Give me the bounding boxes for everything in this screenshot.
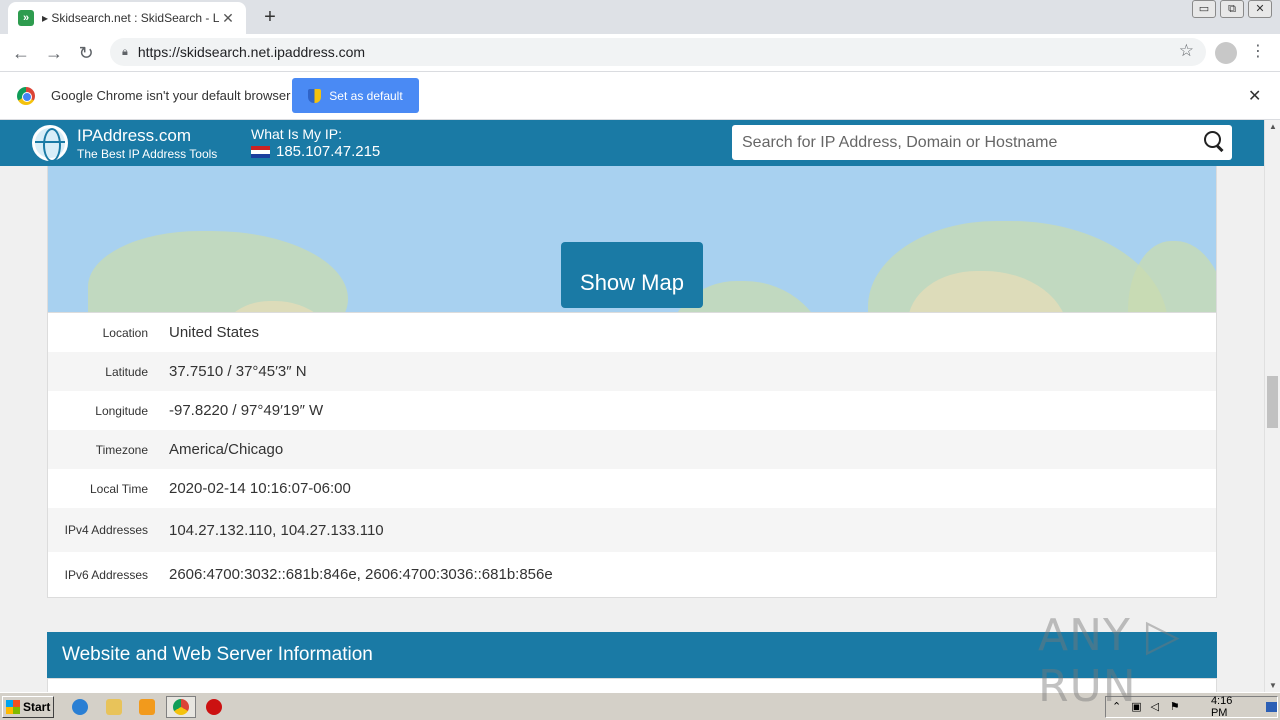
my-ip-value: 185.107.47.215 bbox=[276, 143, 381, 160]
page-scrollbar[interactable]: ▲ ▼ bbox=[1264, 120, 1280, 692]
uac-shield-icon bbox=[308, 88, 322, 103]
brand-name: IPAddress.com bbox=[77, 126, 192, 145]
site-brand[interactable]: IPAddress.com The Best IP Address Tools bbox=[77, 126, 217, 162]
table-row: IPv4 Addresses 104.27.132.110, 104.27.13… bbox=[48, 508, 1216, 552]
my-ip-value-row: 185.107.47.215 bbox=[251, 143, 380, 161]
tab-strip: » ▸ Skidsearch.net : SkidSearch - Login … bbox=[0, 0, 1280, 34]
row-value: 104.27.132.110, 104.27.133.110 bbox=[169, 521, 384, 539]
minimize-button[interactable]: ▭ bbox=[1192, 0, 1216, 18]
start-button[interactable]: Start bbox=[2, 696, 54, 718]
page-viewport: Show Map IPAddress.com The Best IP Addre… bbox=[0, 120, 1264, 692]
table-row: Longitude -97.8220 / 97°49′19″ W bbox=[48, 391, 1216, 430]
antivirus-stop-icon[interactable] bbox=[206, 699, 222, 715]
scroll-up-arrow-icon[interactable]: ▲ bbox=[1269, 122, 1277, 131]
chrome-menu-icon[interactable]: ⋮ bbox=[1250, 41, 1266, 61]
table-row: Latitude 37.7510 / 37°45′3″ N bbox=[48, 352, 1216, 391]
row-value: America/Chicago bbox=[169, 441, 284, 458]
row-value: -97.8220 / 97°49′19″ W bbox=[169, 402, 324, 419]
anyrun-watermark: ANY ▷ RUN bbox=[1038, 610, 1181, 712]
infobar-message: Google Chrome isn't your default browser bbox=[51, 88, 291, 103]
row-key: Location bbox=[102, 325, 148, 340]
map-landmass bbox=[1128, 241, 1216, 312]
site-header: IPAddress.com The Best IP Address Tools … bbox=[0, 120, 1264, 166]
chrome-logo-icon bbox=[17, 87, 35, 105]
netherlands-flag-icon bbox=[251, 146, 270, 158]
new-tab-button[interactable]: + bbox=[258, 5, 282, 29]
infobar-close-icon[interactable]: ✕ bbox=[1248, 86, 1261, 106]
my-ip-block: What Is My IP: 185.107.47.215 bbox=[251, 126, 380, 161]
row-value: 2020-02-14 10:16:07-06:00 bbox=[169, 480, 351, 497]
bookmark-star-icon[interactable]: ☆ bbox=[1179, 41, 1194, 61]
media-player-icon[interactable] bbox=[139, 699, 155, 715]
folder-icon[interactable] bbox=[106, 699, 122, 715]
browser-toolbar: ← → ↻ 🔒︎ https://skidsearch.net.ipaddres… bbox=[0, 34, 1280, 72]
row-value: United States bbox=[169, 324, 260, 341]
my-ip-label: What Is My IP: bbox=[251, 126, 343, 142]
close-window-button[interactable]: ✕ bbox=[1248, 0, 1272, 18]
chrome-icon bbox=[173, 699, 189, 715]
url-text: https://skidsearch.net.ipaddress.com bbox=[137, 44, 366, 60]
row-key: Longitude bbox=[95, 403, 148, 418]
table-row: IPv6 Addresses 2606:4700:3032::681b:846e… bbox=[48, 552, 1216, 597]
restore-button[interactable]: ⧉ bbox=[1220, 0, 1244, 18]
tab-title: ▸ Skidsearch.net : SkidSearch - Login bbox=[42, 11, 220, 25]
set-as-default-label: Set as default bbox=[329, 88, 403, 103]
internet-explorer-icon[interactable] bbox=[72, 699, 88, 715]
row-value: 2606:4700:3032::681b:846e, 2606:4700:303… bbox=[169, 566, 553, 583]
row-key: Local Time bbox=[89, 481, 148, 496]
forward-arrow-icon[interactable]: → bbox=[43, 42, 65, 64]
start-label: Start bbox=[23, 700, 51, 714]
website-section-title: Website and Web Server Information bbox=[62, 644, 373, 665]
table-row: Timezone America/Chicago bbox=[48, 430, 1216, 469]
globe-logo-icon[interactable] bbox=[32, 125, 68, 162]
set-as-default-button[interactable]: Set as default bbox=[292, 78, 419, 113]
row-key: Timezone bbox=[95, 442, 148, 457]
row-key: IPv4 Addresses bbox=[64, 523, 148, 537]
back-arrow-icon[interactable]: ← bbox=[10, 42, 32, 64]
show-map-button[interactable]: Show Map bbox=[561, 242, 703, 308]
row-value: 37.7510 / 37°45′3″ N bbox=[169, 363, 307, 380]
ip-details-table: Location United States Latitude 37.7510 … bbox=[47, 313, 1217, 598]
brand-tagline: The Best IP Address Tools bbox=[77, 147, 218, 161]
site-search bbox=[732, 125, 1232, 160]
map-landmass bbox=[88, 231, 348, 312]
window-controls: ▭ ⧉ ✕ bbox=[1192, 0, 1272, 18]
reload-icon[interactable]: ↻ bbox=[75, 42, 97, 64]
tab-close-icon[interactable]: ✕ bbox=[220, 10, 236, 27]
scroll-thumb[interactable] bbox=[1267, 376, 1278, 428]
site-favicon-icon: » bbox=[18, 10, 34, 26]
search-input[interactable] bbox=[742, 133, 1182, 152]
windows-logo-icon bbox=[6, 700, 20, 714]
row-key: IPv6 Addresses bbox=[64, 567, 148, 582]
table-row: Local Time 2020-02-14 10:16:07-06:00 bbox=[48, 469, 1216, 508]
address-bar[interactable]: 🔒︎ https://skidsearch.net.ipaddress.com … bbox=[110, 38, 1206, 66]
search-icon[interactable] bbox=[1204, 131, 1224, 153]
browser-tab[interactable]: » ▸ Skidsearch.net : SkidSearch - Login … bbox=[8, 2, 246, 34]
default-browser-infobar: Google Chrome isn't your default browser… bbox=[0, 72, 1280, 120]
lock-icon: 🔒︎ bbox=[122, 45, 128, 58]
row-key: Latitude bbox=[105, 364, 148, 379]
table-row: Location United States bbox=[48, 313, 1216, 352]
profile-avatar[interactable] bbox=[1215, 42, 1237, 64]
